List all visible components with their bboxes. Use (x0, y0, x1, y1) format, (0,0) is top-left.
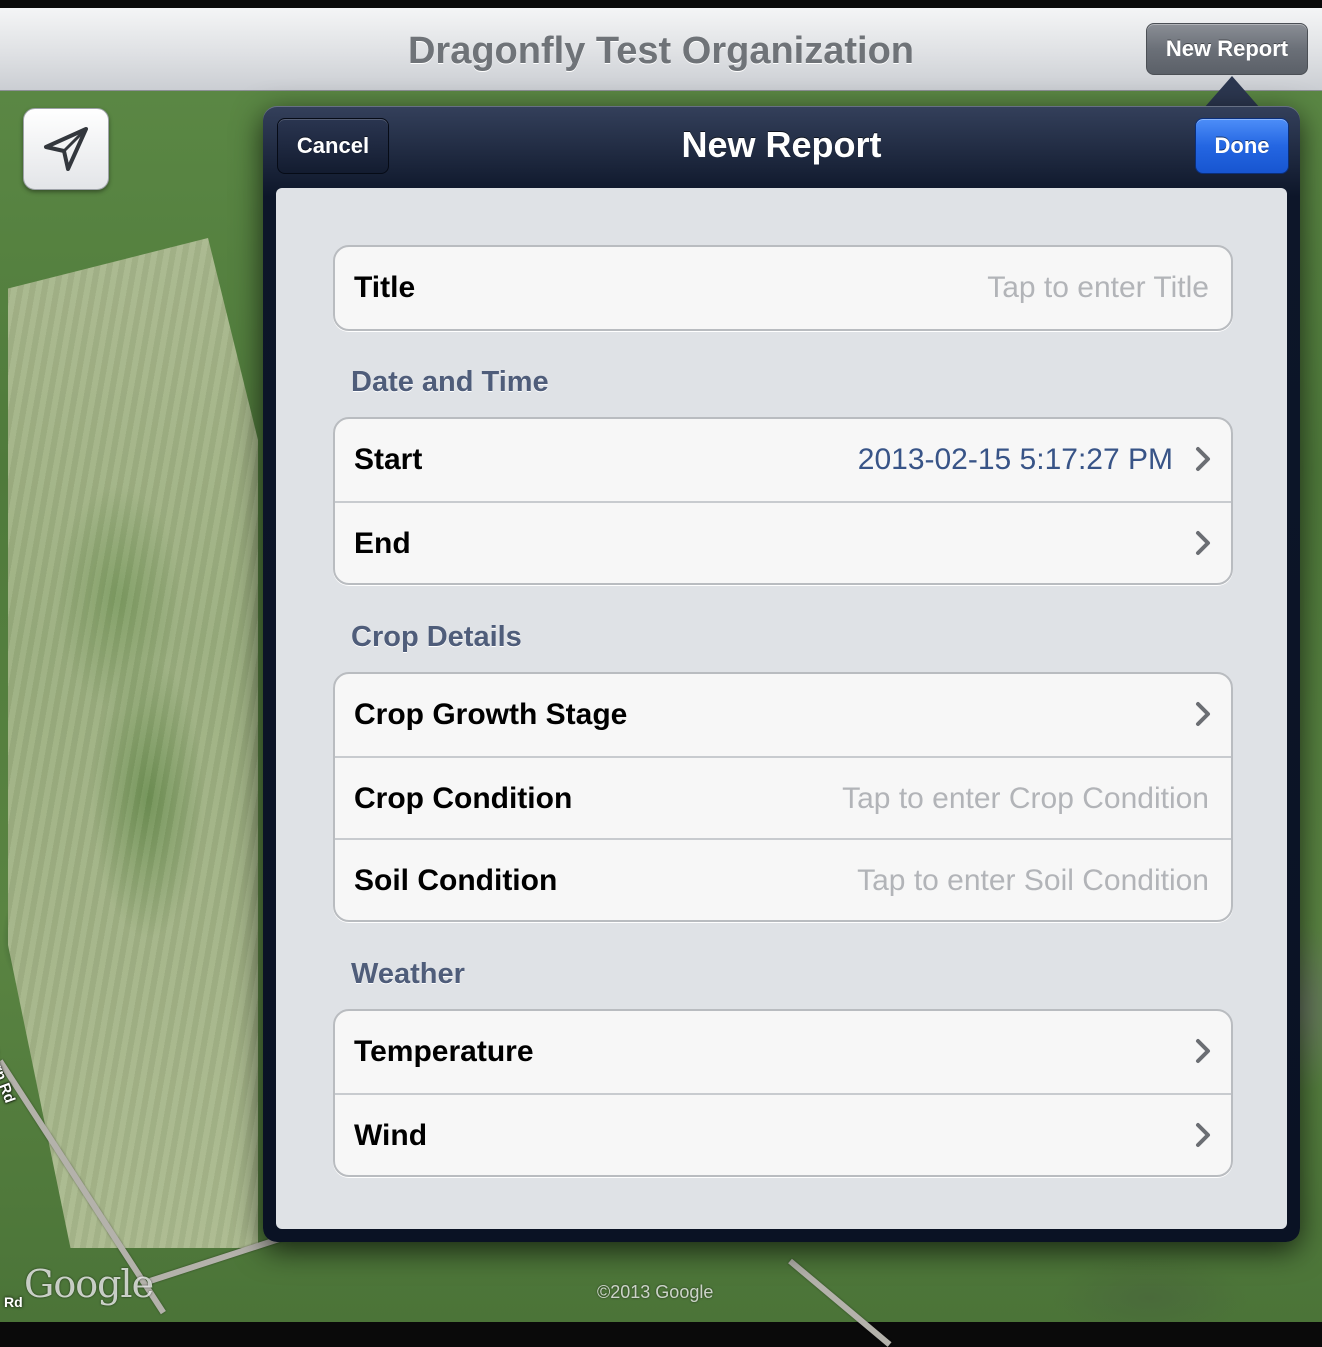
wind-label: Wind (354, 1119, 428, 1152)
wind-row[interactable]: Wind (335, 1093, 1231, 1175)
location-arrow-icon (44, 127, 88, 171)
report-form: Title Tap to enter Title Date and Time S… (276, 188, 1287, 1229)
chevron-right-icon (1196, 1039, 1210, 1063)
map-copyright: ©2013 Google (597, 1282, 714, 1302)
title-row[interactable]: Title Tap to enter Title (335, 247, 1231, 329)
cancel-button[interactable]: Cancel (277, 118, 389, 174)
google-logo: Google (24, 1262, 154, 1306)
road-label: Rd (4, 1294, 23, 1310)
section-header-date-time: Date and Time (351, 366, 549, 398)
end-row[interactable]: End (335, 501, 1231, 583)
chevron-right-icon (1196, 1123, 1210, 1147)
title-input[interactable]: Tap to enter Title (987, 247, 1209, 329)
weather-group: Temperature Wind (333, 1009, 1233, 1177)
organization-title: Dragonfly Test Organization (407, 30, 914, 72)
start-value: 2013-02-15 5:17:27 PM (857, 443, 1173, 476)
title-group: Title Tap to enter Title (333, 245, 1233, 331)
popover-arrow (1204, 76, 1260, 108)
current-location-button[interactable] (23, 108, 109, 190)
crop-field-area (8, 238, 258, 1248)
crop-condition-row[interactable]: Crop Condition Tap to enter Crop Conditi… (335, 756, 1231, 838)
navigation-bar: Dragonfly Test Organization New Report (0, 8, 1322, 91)
road (788, 1258, 892, 1347)
crop-details-group: Crop Growth Stage Crop Condition Tap to … (333, 672, 1233, 922)
temperature-label: Temperature (354, 1035, 534, 1068)
temperature-row[interactable]: Temperature (335, 1011, 1231, 1093)
chevron-right-icon (1196, 531, 1210, 555)
chevron-right-icon (1196, 447, 1210, 471)
end-label: End (354, 527, 411, 560)
section-header-crop-details: Crop Details (351, 621, 522, 653)
soil-condition-label: Soil Condition (354, 864, 558, 897)
date-time-group: Start 2013-02-15 5:17:27 PM End (333, 417, 1233, 585)
crop-growth-stage-row[interactable]: Crop Growth Stage (335, 674, 1231, 756)
soil-condition-input[interactable]: Tap to enter Soil Condition (857, 840, 1209, 920)
section-header-weather: Weather (351, 958, 465, 990)
new-report-button[interactable]: New Report (1146, 23, 1308, 75)
chevron-right-icon (1196, 702, 1210, 726)
popover-header: New Report Cancel Done (263, 106, 1300, 186)
soil-condition-row[interactable]: Soil Condition Tap to enter Soil Conditi… (335, 838, 1231, 920)
start-label: Start (354, 443, 423, 476)
start-row[interactable]: Start 2013-02-15 5:17:27 PM (335, 419, 1231, 501)
crop-condition-label: Crop Condition (354, 782, 573, 815)
popover-title: New Report (681, 124, 882, 165)
done-button[interactable]: Done (1195, 118, 1289, 174)
new-report-popover: New Report Cancel Done Title Tap to ente… (263, 106, 1300, 1242)
title-label: Title (354, 271, 416, 304)
crop-growth-stage-label: Crop Growth Stage (354, 698, 628, 731)
crop-condition-input[interactable]: Tap to enter Crop Condition (842, 758, 1209, 840)
